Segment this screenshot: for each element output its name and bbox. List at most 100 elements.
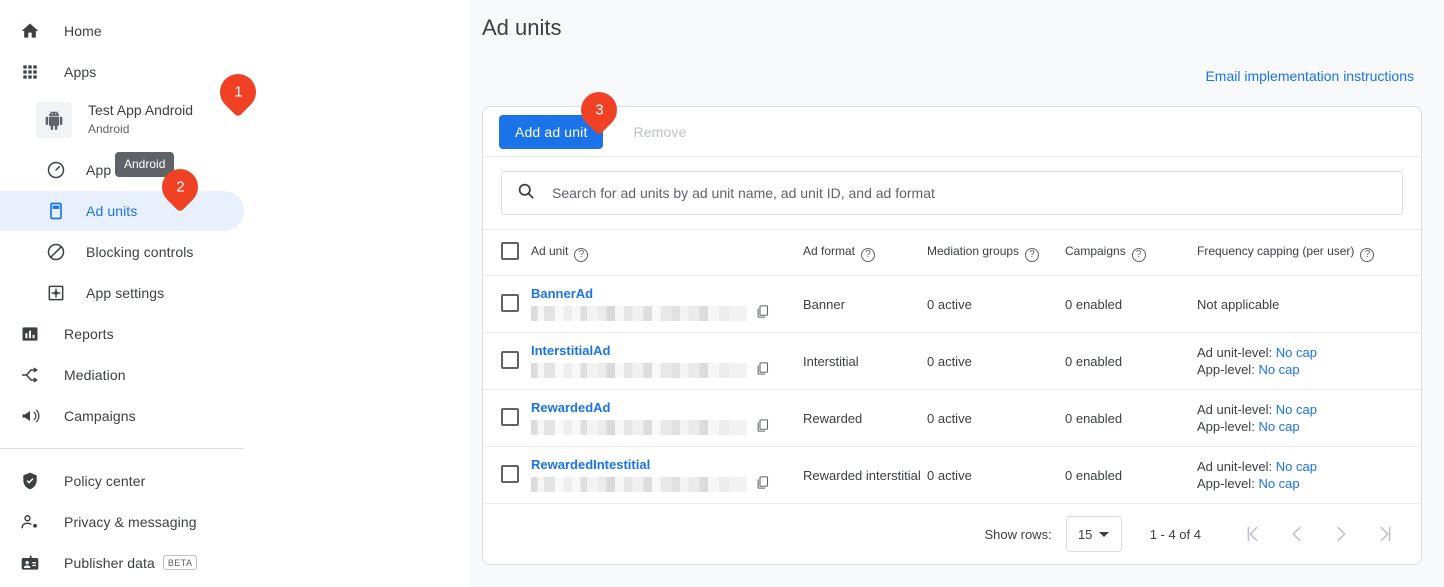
rows-per-page-select[interactable]: 15 — [1065, 516, 1122, 552]
row-ad-unit-cell: InterstitialAd — [531, 332, 803, 390]
freq-ad-unit-level: Ad unit-level: No cap — [1197, 344, 1421, 361]
row-checkbox[interactable] — [501, 350, 519, 369]
header-ad-format-label: Ad format — [803, 243, 856, 258]
help-icon-campaigns[interactable]: ? — [1131, 247, 1146, 262]
freq-ad-unit-level-value[interactable]: No cap — [1276, 345, 1317, 360]
chevron-right-icon[interactable] — [1319, 514, 1363, 554]
sidebar-item-privacy-messaging[interactable]: Privacy & messaging — [0, 502, 244, 542]
pagination-bar: Show rows: 15 1 - 4 of 4 — [483, 504, 1421, 564]
annotation-badge-1-number: 1 — [233, 83, 243, 101]
row-ad-unit-cell: RewardedIntestitial — [531, 446, 803, 504]
header-campaigns: Campaigns? — [1065, 229, 1197, 276]
admob-ad-units-page: Home Apps Test App Android Android App o… — [0, 0, 1444, 587]
row-ad-format: Rewarded interstitial — [803, 446, 927, 504]
header-mediation-groups: Mediation groups? — [927, 229, 1065, 276]
card-toolbar: Add ad unit Remove — [483, 107, 1421, 157]
search-icon — [516, 181, 536, 206]
search-box[interactable] — [501, 171, 1403, 215]
table-head: Ad unit? Ad format? Mediation groups? Ca… — [483, 229, 1421, 276]
first-page-icon[interactable] — [1231, 514, 1275, 554]
freq-ad-unit-level-value[interactable]: No cap — [1276, 402, 1317, 417]
settings-square-icon — [44, 281, 68, 305]
freq-app-level-value[interactable]: No cap — [1258, 362, 1299, 377]
sidebar-item-blocking-controls[interactable]: Blocking controls — [0, 232, 244, 272]
chevron-left-icon[interactable] — [1275, 514, 1319, 554]
row-checkbox-cell — [483, 446, 531, 504]
app-meta: Test App Android Android — [88, 102, 193, 139]
row-campaigns: 0 enabled — [1065, 275, 1197, 333]
row-ad-format: Interstitial — [803, 332, 927, 390]
ad-unit-id-redacted — [531, 419, 747, 435]
bar-chart-icon — [18, 322, 42, 346]
row-checkbox[interactable] — [501, 407, 519, 426]
search-input[interactable] — [552, 185, 1388, 201]
sidebar-item-publisher-data[interactable]: Publisher data BETA — [0, 543, 244, 583]
ad-units-card: Add ad unit Remove Search for ad units b… — [482, 106, 1422, 565]
row-checkbox[interactable] — [501, 464, 519, 483]
select-all-header — [483, 229, 531, 276]
freq-app-level: App-level: No cap — [1197, 475, 1421, 492]
ad-unit-id-redacted — [531, 305, 747, 321]
header-ad-unit-label: Ad unit — [531, 243, 569, 258]
sidebar-item-apps[interactable]: Apps — [0, 52, 244, 92]
row-ad-unit-cell: RewardedAd — [531, 389, 803, 447]
copy-icon[interactable] — [755, 361, 771, 379]
row-checkbox-cell — [483, 332, 531, 390]
help-icon-frequency-capping[interactable]: ? — [1360, 247, 1375, 262]
help-icon-mediation-groups[interactable]: ? — [1025, 247, 1040, 262]
sidebar-item-ad-units-label: Ad units — [86, 203, 138, 219]
ad-unit-id-row — [531, 475, 803, 493]
annotation-badge-3-number: 3 — [594, 101, 604, 119]
android-robot-icon — [36, 102, 72, 138]
ad-unit-id-redacted — [531, 362, 747, 378]
remove-button[interactable]: Remove — [617, 115, 702, 149]
sidebar-item-app-settings[interactable]: App settings — [0, 273, 244, 313]
ad-unit-link[interactable]: RewardedIntestitial — [531, 457, 803, 472]
header-campaigns-label: Campaigns — [1065, 243, 1126, 258]
sidebar-item-mediation[interactable]: Mediation — [0, 355, 244, 395]
freq-app-level-value[interactable]: No cap — [1258, 476, 1299, 491]
row-campaigns: 0 enabled — [1065, 389, 1197, 447]
sidebar-item-reports[interactable]: Reports — [0, 314, 244, 354]
row-ad-format: Rewarded — [803, 389, 927, 447]
help-icon-ad-format[interactable]: ? — [861, 247, 876, 262]
email-implementation-instructions-link[interactable]: Email implementation instructions — [1205, 68, 1414, 84]
last-page-icon[interactable] — [1363, 514, 1407, 554]
freq-app-level-value[interactable]: No cap — [1258, 419, 1299, 434]
block-icon — [44, 240, 68, 264]
row-checkbox[interactable] — [501, 293, 519, 312]
sidebar-item-app-settings-label: App settings — [86, 285, 165, 301]
ad-unit-id-row — [531, 418, 803, 436]
ad-units-table: Ad unit? Ad format? Mediation groups? Ca… — [483, 229, 1421, 504]
help-icon-ad-unit[interactable]: ? — [574, 247, 589, 262]
row-campaigns: 0 enabled — [1065, 446, 1197, 504]
freq-ad-unit-level-label: Ad unit-level: — [1197, 402, 1273, 417]
header-ad-unit: Ad unit? — [531, 229, 803, 276]
ad-unit-link[interactable]: BannerAd — [531, 286, 803, 301]
header-frequency-capping-label: Frequency capping (per user) — [1197, 243, 1355, 258]
copy-icon[interactable] — [755, 304, 771, 322]
copy-icon[interactable] — [755, 475, 771, 493]
sidebar-item-reports-label: Reports — [64, 326, 114, 342]
freq-ad-unit-level: Ad unit-level: No cap — [1197, 458, 1421, 475]
copy-icon[interactable] — [755, 418, 771, 436]
mediation-icon — [18, 363, 42, 387]
ad-unit-link[interactable]: InterstitialAd — [531, 343, 803, 358]
beta-badge: BETA — [162, 555, 198, 570]
shield-check-icon — [18, 469, 42, 493]
freq-ad-unit-level-value[interactable]: No cap — [1276, 459, 1317, 474]
sidebar-item-privacy-messaging-label: Privacy & messaging — [64, 514, 197, 530]
show-rows-label: Show rows: — [984, 526, 1052, 542]
select-all-checkbox[interactable] — [501, 242, 519, 260]
sidebar-item-ad-units[interactable]: Ad units — [0, 191, 244, 231]
apps-grid-icon — [18, 60, 42, 84]
table-header-row: Ad unit? Ad format? Mediation groups? Ca… — [483, 229, 1421, 276]
ad-unit-link[interactable]: RewardedAd — [531, 400, 803, 415]
sidebar-item-home[interactable]: Home — [0, 11, 244, 51]
sidebar-item-campaigns[interactable]: Campaigns — [0, 396, 244, 436]
sidebar-item-blocking-controls-label: Blocking controls — [86, 244, 194, 260]
ad-unit-id-redacted — [531, 476, 747, 492]
table-row: RewardedAd Rewarded 0 active 0 enabled A… — [483, 389, 1421, 447]
row-frequency-capping: Ad unit-level: No cap App-level: No cap — [1197, 446, 1421, 504]
sidebar-item-policy-center[interactable]: Policy center — [0, 461, 244, 501]
